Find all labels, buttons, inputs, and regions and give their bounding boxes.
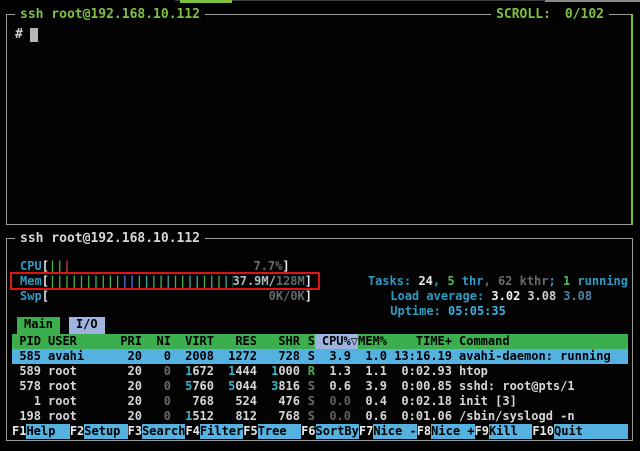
tab-io[interactable]: I/O xyxy=(69,317,105,334)
fkey-sortby[interactable]: F6SortBy xyxy=(301,424,359,439)
tab-main[interactable]: Main xyxy=(17,317,60,334)
fkey-key-label: F7 xyxy=(359,424,373,439)
fkey-action-label: Quit xyxy=(554,424,628,439)
fkey-action-label: Kill xyxy=(489,424,532,439)
mem-bracket-open: [ xyxy=(42,274,49,289)
fkey-action-label: Setup xyxy=(84,424,127,439)
shell-prompt: # xyxy=(15,27,23,42)
header-pri[interactable]: PRI xyxy=(113,334,142,349)
scroll-label: SCROLL: xyxy=(496,7,551,22)
cpu-meter-row: CPU[|||7.7%] Tasks: 24, 5 thr, 62 kthr; … xyxy=(12,259,628,274)
spacer-row xyxy=(12,304,628,317)
fkey-key-label: F2 xyxy=(70,424,84,439)
process-table-body: 585avahi20020081272728S3.91.013:16.19ava… xyxy=(12,349,628,424)
fkey-key-label: F4 xyxy=(185,424,199,439)
fkey-action-label: SortBy xyxy=(316,424,359,439)
fkey-action-label: Nice - xyxy=(373,424,416,439)
fkey-action-label: Filter xyxy=(200,424,243,439)
fkey-action-label: Nice + xyxy=(431,424,474,439)
mem-meter-bars: |||||||||||||||||||||||||| xyxy=(49,274,233,289)
process-row[interactable]: 578root200576050443816S0.63.90:00.85sshd… xyxy=(12,379,628,394)
process-row[interactable]: 1root200768524476S0.00.40:02.18init [3] xyxy=(12,394,628,409)
header-shr[interactable]: SHR xyxy=(257,334,300,349)
uptime-line: Uptime: 05:05:35 xyxy=(318,289,506,304)
header-state[interactable]: S xyxy=(300,334,315,349)
mem-used-value: 37.9M/ xyxy=(233,274,276,289)
fkey-kill[interactable]: F9Kill xyxy=(475,424,533,439)
fkey-key-label: F8 xyxy=(417,424,431,439)
header-user[interactable]: USER xyxy=(41,334,113,349)
swp-meter-bars xyxy=(49,289,269,304)
cpu-bracket-close: ] xyxy=(282,259,289,274)
header-command[interactable]: Command xyxy=(452,334,628,349)
header-cpu-sorted[interactable]: CPU%▽ xyxy=(315,334,358,349)
header-cpu-label: CPU% xyxy=(322,334,351,348)
swp-bracket-open: [ xyxy=(42,289,49,304)
fkey-quit[interactable]: F10Quit xyxy=(532,424,628,439)
scroll-indicator: SCROLL: 0/102 xyxy=(491,7,609,22)
function-key-bar: F1Help F2Setup F3SearchF4FilterF5Tree F6… xyxy=(12,424,628,439)
fkey-key-label: F10 xyxy=(532,424,554,439)
swp-meter-row: Swp[0K/0K] Uptime: 05:05:35 xyxy=(12,289,628,304)
process-row[interactable]: 198root2001512812768S0.00.60:01.06/sbin/… xyxy=(12,409,628,424)
fkey-action-label: Tree xyxy=(258,424,301,439)
header-mem[interactable]: MEM% xyxy=(358,334,387,349)
fkey-action-label: Search xyxy=(142,424,185,439)
screen-top-green-segment xyxy=(180,0,232,3)
mem-meter-label: Mem xyxy=(20,274,42,289)
process-row[interactable]: 589root200167214441000R1.31.10:02.93htop xyxy=(12,364,628,379)
screen-top-gray-segment xyxy=(545,0,640,2)
cpu-meter-bars: ||| xyxy=(49,259,254,274)
screen: ssh root@192.168.10.112 SCROLL:0/102 # s… xyxy=(0,0,640,451)
sort-down-icon: ▽ xyxy=(351,334,358,348)
cpu-bracket-open: [ xyxy=(42,259,49,274)
swp-meter-label: Swp xyxy=(20,289,42,304)
fkey-key-label: F3 xyxy=(128,424,142,439)
swp-meter: Swp[0K/0K] xyxy=(12,289,312,304)
header-res[interactable]: RES xyxy=(214,334,257,349)
swp-bracket-close: ] xyxy=(305,289,312,304)
tasks-line: Tasks: 24, 5 thr, 62 kthr; 1 running xyxy=(296,259,628,274)
mem-bracket-close: ] xyxy=(305,274,312,289)
fkey-key-label: F9 xyxy=(475,424,489,439)
fkey-nice-[interactable]: F7Nice - xyxy=(359,424,417,439)
shell-prompt-line[interactable]: # xyxy=(15,27,38,42)
swp-meter-value: 0K/0K xyxy=(269,289,305,304)
fkey-key-label: F1 xyxy=(12,424,26,439)
fkey-action-label: Help xyxy=(26,424,69,439)
cpu-meter-value: 7.7% xyxy=(253,259,282,274)
fkey-search[interactable]: F3Search xyxy=(128,424,186,439)
header-pid[interactable]: PID xyxy=(12,334,41,349)
cpu-meter: CPU[|||7.7%] xyxy=(12,259,290,274)
cursor-block xyxy=(30,28,38,42)
htop-tabs: Main I/O xyxy=(12,317,628,334)
fkey-tree[interactable]: F5Tree xyxy=(243,424,301,439)
pane-top-title: ssh root@192.168.10.112 xyxy=(15,7,205,22)
fkey-help[interactable]: F1Help xyxy=(12,424,70,439)
pane-bottom-ssh-htop[interactable]: ssh root@192.168.10.112 CPU[|||7.7%] Tas… xyxy=(6,238,633,441)
header-virt[interactable]: VIRT xyxy=(171,334,214,349)
header-ni[interactable]: NI xyxy=(142,334,171,349)
fkey-key-label: F5 xyxy=(243,424,257,439)
process-table-header: PID USER PRI NI VIRT RES SHR S CPU%▽ MEM… xyxy=(12,334,628,349)
pane-top-ssh[interactable]: ssh root@192.168.10.112 SCROLL:0/102 # xyxy=(6,14,633,225)
cpu-meter-label: CPU xyxy=(20,259,42,274)
load-average-line: Load average: 3.023.083.08 xyxy=(318,274,592,289)
header-time[interactable]: TIME+ xyxy=(387,334,452,349)
scroll-value: 0/102 xyxy=(565,7,604,22)
fkey-filter[interactable]: F4Filter xyxy=(185,424,243,439)
mem-meter: Mem[||||||||||||||||||||||||||37.9M/128M… xyxy=(12,274,312,289)
mem-total-value: 128M xyxy=(276,274,305,289)
pane-bottom-title: ssh root@192.168.10.112 xyxy=(15,231,205,246)
mem-meter-row: Mem[||||||||||||||||||||||||||37.9M/128M… xyxy=(12,274,628,289)
fkey-setup[interactable]: F2Setup xyxy=(70,424,128,439)
fkey-key-label: F6 xyxy=(301,424,315,439)
fkey-nice-[interactable]: F8Nice + xyxy=(417,424,475,439)
htop-app: CPU[|||7.7%] Tasks: 24, 5 thr, 62 kthr; … xyxy=(12,259,628,439)
process-row[interactable]: 585avahi20020081272728S3.91.013:16.19ava… xyxy=(12,349,628,364)
